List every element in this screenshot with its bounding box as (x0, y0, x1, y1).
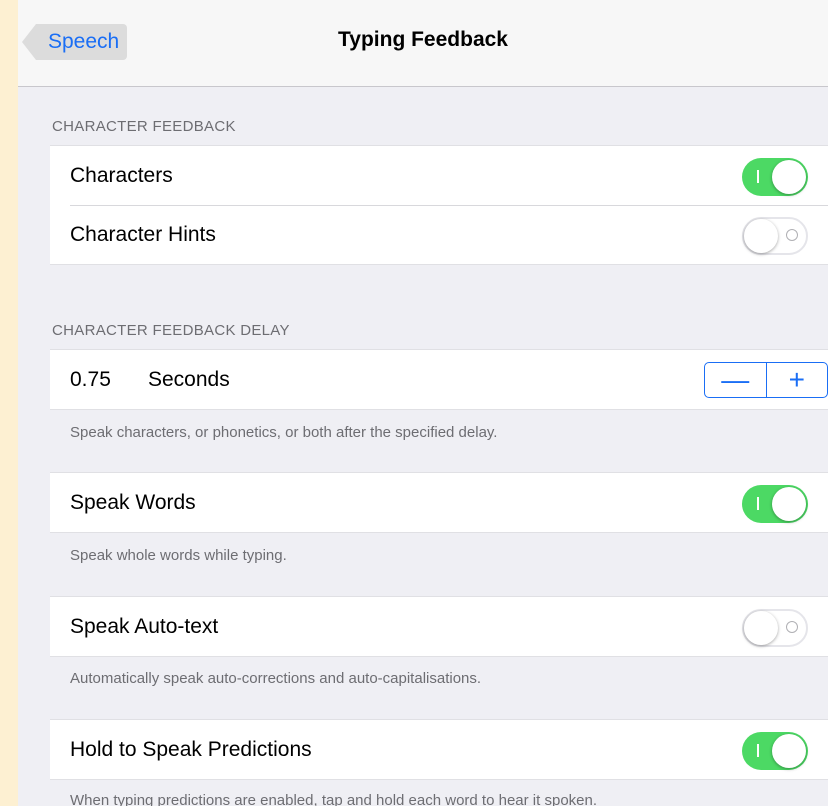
delay-unit: Seconds (148, 367, 230, 391)
speak-autotext-label: Speak Auto-text (70, 614, 219, 638)
increment-button[interactable]: + (767, 363, 828, 397)
toggle-on-mark-icon (757, 170, 759, 183)
delay-footer: Speak characters, or phonetics, or both … (70, 424, 498, 441)
toggle-knob (772, 734, 806, 768)
hold-predictions-group: Hold to Speak Predictions (50, 719, 828, 780)
speak-autotext-toggle[interactable] (742, 609, 808, 647)
characters-label: Characters (70, 163, 173, 187)
hold-predictions-footer: When typing predictions are enabled, tap… (70, 792, 598, 806)
toggle-knob (772, 160, 806, 194)
row-hold-predictions: Hold to Speak Predictions (50, 720, 828, 779)
speak-autotext-group: Speak Auto-text (50, 596, 828, 657)
delay-value: 0.75 (70, 367, 111, 391)
row-delay: 0.75 Seconds — + (50, 350, 828, 409)
speak-words-footer: Speak whole words while typing. (70, 547, 287, 564)
characters-toggle[interactable] (742, 158, 808, 196)
hold-predictions-label: Hold to Speak Predictions (70, 737, 312, 761)
settings-screen: Speech Typing Feedback CHARACTER FEEDBAC… (18, 0, 828, 806)
speak-autotext-footer: Automatically speak auto-corrections and… (70, 670, 482, 687)
feedback-delay-group: 0.75 Seconds — + (50, 349, 828, 410)
hold-predictions-toggle[interactable] (742, 732, 808, 770)
character-feedback-group: Characters Character Hints (50, 145, 828, 265)
toggle-on-mark-icon (757, 744, 759, 757)
toggle-knob (772, 487, 806, 521)
decrement-button[interactable]: — (705, 363, 766, 397)
toggle-knob (744, 611, 778, 645)
section-header-character-feedback: CHARACTER FEEDBACK (52, 118, 236, 135)
page-title: Typing Feedback (338, 28, 508, 51)
navigation-bar: Speech Typing Feedback (18, 0, 828, 87)
speak-words-group: Speak Words (50, 472, 828, 533)
toggle-on-mark-icon (757, 497, 759, 510)
toggle-off-mark-icon (786, 621, 798, 633)
row-character-hints: Character Hints (50, 205, 828, 264)
delay-stepper: — + (704, 362, 828, 398)
character-hints-label: Character Hints (70, 222, 216, 246)
section-header-feedback-delay: CHARACTER FEEDBACK DELAY (52, 322, 290, 339)
row-speak-words: Speak Words (50, 473, 828, 532)
speak-words-toggle[interactable] (742, 485, 808, 523)
toggle-off-mark-icon (786, 229, 798, 241)
row-speak-autotext: Speak Auto-text (50, 597, 828, 656)
character-hints-toggle[interactable] (742, 217, 808, 255)
toggle-knob (744, 219, 778, 253)
row-characters: Characters (50, 146, 828, 205)
speak-words-label: Speak Words (70, 490, 196, 514)
